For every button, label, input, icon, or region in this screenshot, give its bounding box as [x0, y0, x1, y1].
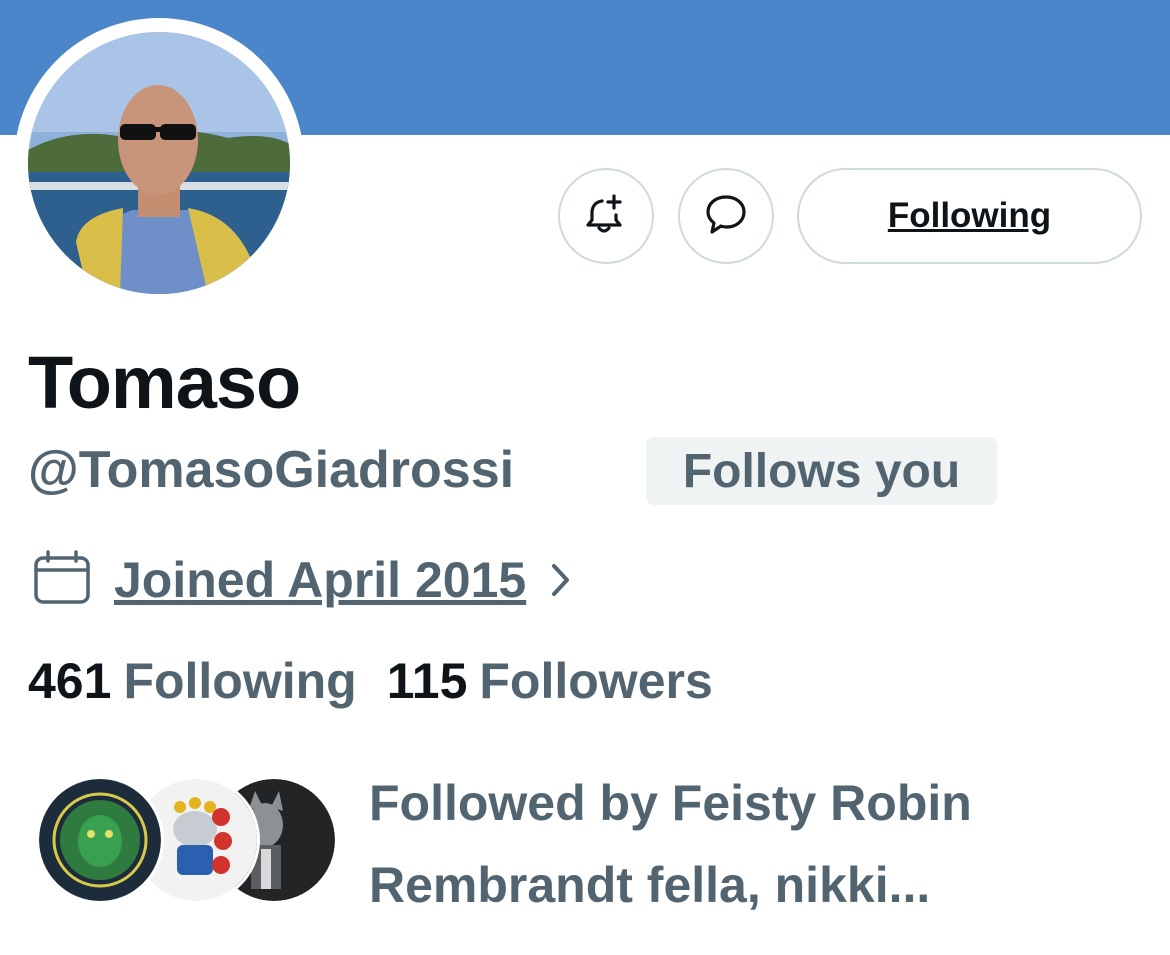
profile-avatar[interactable]	[14, 18, 304, 308]
followers-label: Followers	[479, 653, 713, 709]
profile-name: Tomaso	[28, 341, 301, 424]
followers-count: 115	[386, 653, 468, 709]
following-stat[interactable]: 461 Following	[28, 652, 357, 710]
followers-stat[interactable]: 115 Followers	[387, 652, 713, 710]
following-button[interactable]: Following	[797, 168, 1142, 264]
follower-avatar[interactable]	[36, 776, 164, 904]
follow-stats: 461 Following 115 Followers	[28, 652, 713, 710]
bell-plus-icon	[584, 192, 628, 241]
following-label: Following	[123, 653, 357, 709]
notifications-button[interactable]	[558, 168, 654, 264]
message-button[interactable]	[678, 168, 774, 264]
followed-by-text[interactable]: Followed by Feisty Robin Rembrandt fella…	[369, 762, 1149, 926]
joined-row[interactable]: Joined April 2015	[32, 548, 572, 612]
following-count: 461	[28, 653, 112, 709]
avatar-photo	[28, 32, 290, 294]
calendar-icon	[32, 549, 92, 611]
chat-bubble-icon	[703, 191, 749, 242]
chevron-right-icon	[548, 560, 572, 600]
follows-you-badge: Follows you	[646, 437, 997, 505]
joined-date-link[interactable]: Joined April 2015	[114, 551, 526, 609]
profile-handle: @TomasoGiadrossi	[28, 441, 515, 499]
